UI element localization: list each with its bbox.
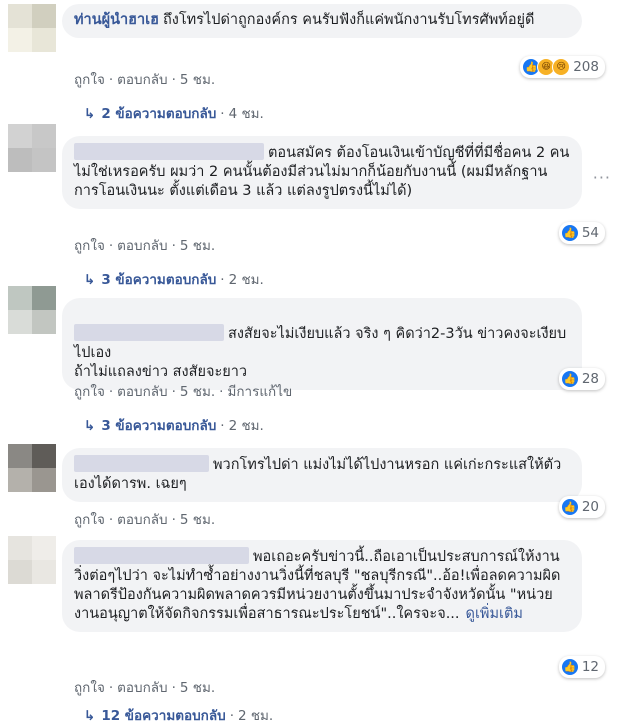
blurred-author-name[interactable]	[74, 143, 264, 160]
see-more-link[interactable]: ดูเพิ่มเติม	[466, 606, 523, 622]
reply-arrow-icon: ↳	[84, 272, 96, 288]
like-icon: 👍	[560, 224, 579, 242]
reaction-count: 208	[573, 59, 599, 75]
blurred-author-name[interactable]	[74, 547, 249, 564]
blurred-author-name[interactable]	[74, 455, 209, 472]
comment-author[interactable]: ท่านผู้นำฮาเฮ	[74, 12, 159, 28]
view-replies[interactable]: ↳ 12 ข้อความตอบกลับ · 2 ชม.	[84, 704, 273, 726]
separator: ·	[108, 238, 114, 254]
more-options-icon[interactable]: ···	[593, 168, 611, 187]
reaction-count: 54	[581, 225, 599, 241]
avatar[interactable]	[8, 286, 56, 334]
separator: ·	[171, 72, 176, 88]
comment-actions: ถูกใจ · ตอบกลับ · 5 ชม.	[74, 676, 215, 698]
comment-actions: ถูกใจ · ตอบกลับ · 5 ชม.	[74, 234, 215, 256]
reply-arrow-icon: ↳	[84, 106, 96, 122]
reaction-count: 12	[581, 659, 599, 675]
avatar[interactable]	[8, 4, 56, 52]
replies-time: 2 ชม.	[228, 272, 264, 288]
sad-icon: 😢	[552, 58, 571, 76]
reply-link[interactable]: ตอบกลับ	[117, 680, 167, 696]
comment-time[interactable]: 5 ชม.	[180, 72, 215, 88]
separator: ·	[171, 238, 176, 254]
view-replies[interactable]: ↳ 3 ข้อความตอบกลับ · 2 ชม.	[84, 268, 264, 290]
like-link[interactable]: ถูกใจ	[74, 384, 105, 400]
like-link[interactable]: ถูกใจ	[74, 680, 105, 696]
like-icon: 👍	[560, 658, 579, 676]
comment-time[interactable]: 5 ชม.	[180, 384, 215, 400]
like-link[interactable]: ถูกใจ	[74, 238, 105, 254]
separator: ·	[171, 512, 176, 528]
comment-actions: ถูกใจ · ตอบกลับ · 5 ชม.	[74, 508, 215, 530]
separator: ·	[108, 72, 114, 88]
reaction-count: 28	[581, 371, 599, 387]
like-icon: 👍	[560, 370, 579, 388]
replies-count-label[interactable]: 12 ข้อความตอบกลับ	[101, 708, 225, 724]
replies-time: 2 ชม.	[237, 708, 274, 724]
reaction-summary[interactable]: 👍 28	[558, 368, 605, 390]
view-replies[interactable]: ↳ 2 ข้อความตอบกลับ · 4 ชม.	[84, 102, 264, 124]
reply-link[interactable]: ตอบกลับ	[117, 238, 167, 254]
reply-link[interactable]: ตอบกลับ	[117, 512, 167, 528]
comment-time[interactable]: 5 ชม.	[180, 512, 215, 528]
comment-time[interactable]: 5 ชม.	[180, 238, 215, 254]
comment-bubble: ตอนสมัคร ต้องโอนเงินเข้าบัญชีที่ที่มีชื่…	[62, 136, 582, 209]
reaction-summary[interactable]: 👍 12	[558, 656, 605, 678]
separator: ·	[108, 680, 114, 696]
replies-time: 2 ชม.	[228, 418, 264, 434]
reply-arrow-icon: ↳	[84, 708, 96, 724]
separator: ·	[171, 384, 176, 400]
separator: ·	[108, 384, 114, 400]
replies-count-label[interactable]: 3 ข้อความตอบกลับ	[101, 418, 216, 434]
separator: ·	[108, 512, 114, 528]
separator: ·	[220, 272, 225, 288]
replies-count-label[interactable]: 2 ข้อความตอบกลับ	[101, 106, 216, 122]
comment-time[interactable]: 5 ชม.	[180, 680, 215, 696]
separator: ·	[171, 680, 176, 696]
separator: ·	[220, 106, 225, 122]
reply-link[interactable]: ตอบกลับ	[117, 72, 167, 88]
like-link[interactable]: ถูกใจ	[74, 72, 105, 88]
view-replies[interactable]: ↳ 3 ข้อความตอบกลับ · 2 ชม.	[84, 414, 264, 436]
reply-link[interactable]: ตอบกลับ	[117, 384, 167, 400]
like-icon: 👍	[560, 498, 579, 516]
comment-bubble: พวกโทรไปด่า แม่งไม่ได้ไปงานหรอก แค่เก่ะก…	[62, 448, 582, 502]
reaction-count: 20	[581, 499, 599, 515]
blurred-author-name[interactable]	[74, 324, 224, 341]
edited-label[interactable]: มีการแก้ไข	[227, 384, 292, 400]
reply-arrow-icon: ↳	[84, 418, 96, 434]
comment-bubble: สงสัยจะไม่เงียบแล้ว จริง ๆ คิดว่า2-3วัน …	[62, 298, 582, 390]
avatar[interactable]	[8, 444, 56, 492]
reaction-summary[interactable]: 👍 😆 😢 208	[520, 56, 605, 78]
comment-bubble: ท่านผู้นำฮาเฮ ถึงโทรไปด่าถูกองค์กร คนรับฟ…	[62, 4, 582, 38]
replies-time: 4 ชม.	[228, 106, 264, 122]
separator: ·	[229, 708, 234, 724]
comment-text: ถึงโทรไปด่าถูกองค์กร คนรับฟังก็แค่พนักงา…	[162, 12, 535, 28]
replies-count-label[interactable]: 3 ข้อความตอบกลับ	[101, 272, 216, 288]
avatar[interactable]	[8, 536, 56, 584]
comment-actions: ถูกใจ · ตอบกลับ · 5 ชม. · มีการแก้ไข	[74, 380, 292, 402]
avatar[interactable]	[8, 124, 56, 172]
comment-actions: ถูกใจ · ตอบกลับ · 5 ชม.	[74, 68, 215, 90]
reaction-summary[interactable]: 👍 20	[558, 496, 605, 518]
like-link[interactable]: ถูกใจ	[74, 512, 105, 528]
separator: ·	[220, 418, 225, 434]
reaction-summary[interactable]: 👍 54	[558, 222, 605, 244]
separator: ·	[219, 384, 224, 400]
comment-bubble: พอเถอะครับข่าวนี้..ถือเอาเป็นประสบการณ์ใ…	[62, 540, 582, 632]
